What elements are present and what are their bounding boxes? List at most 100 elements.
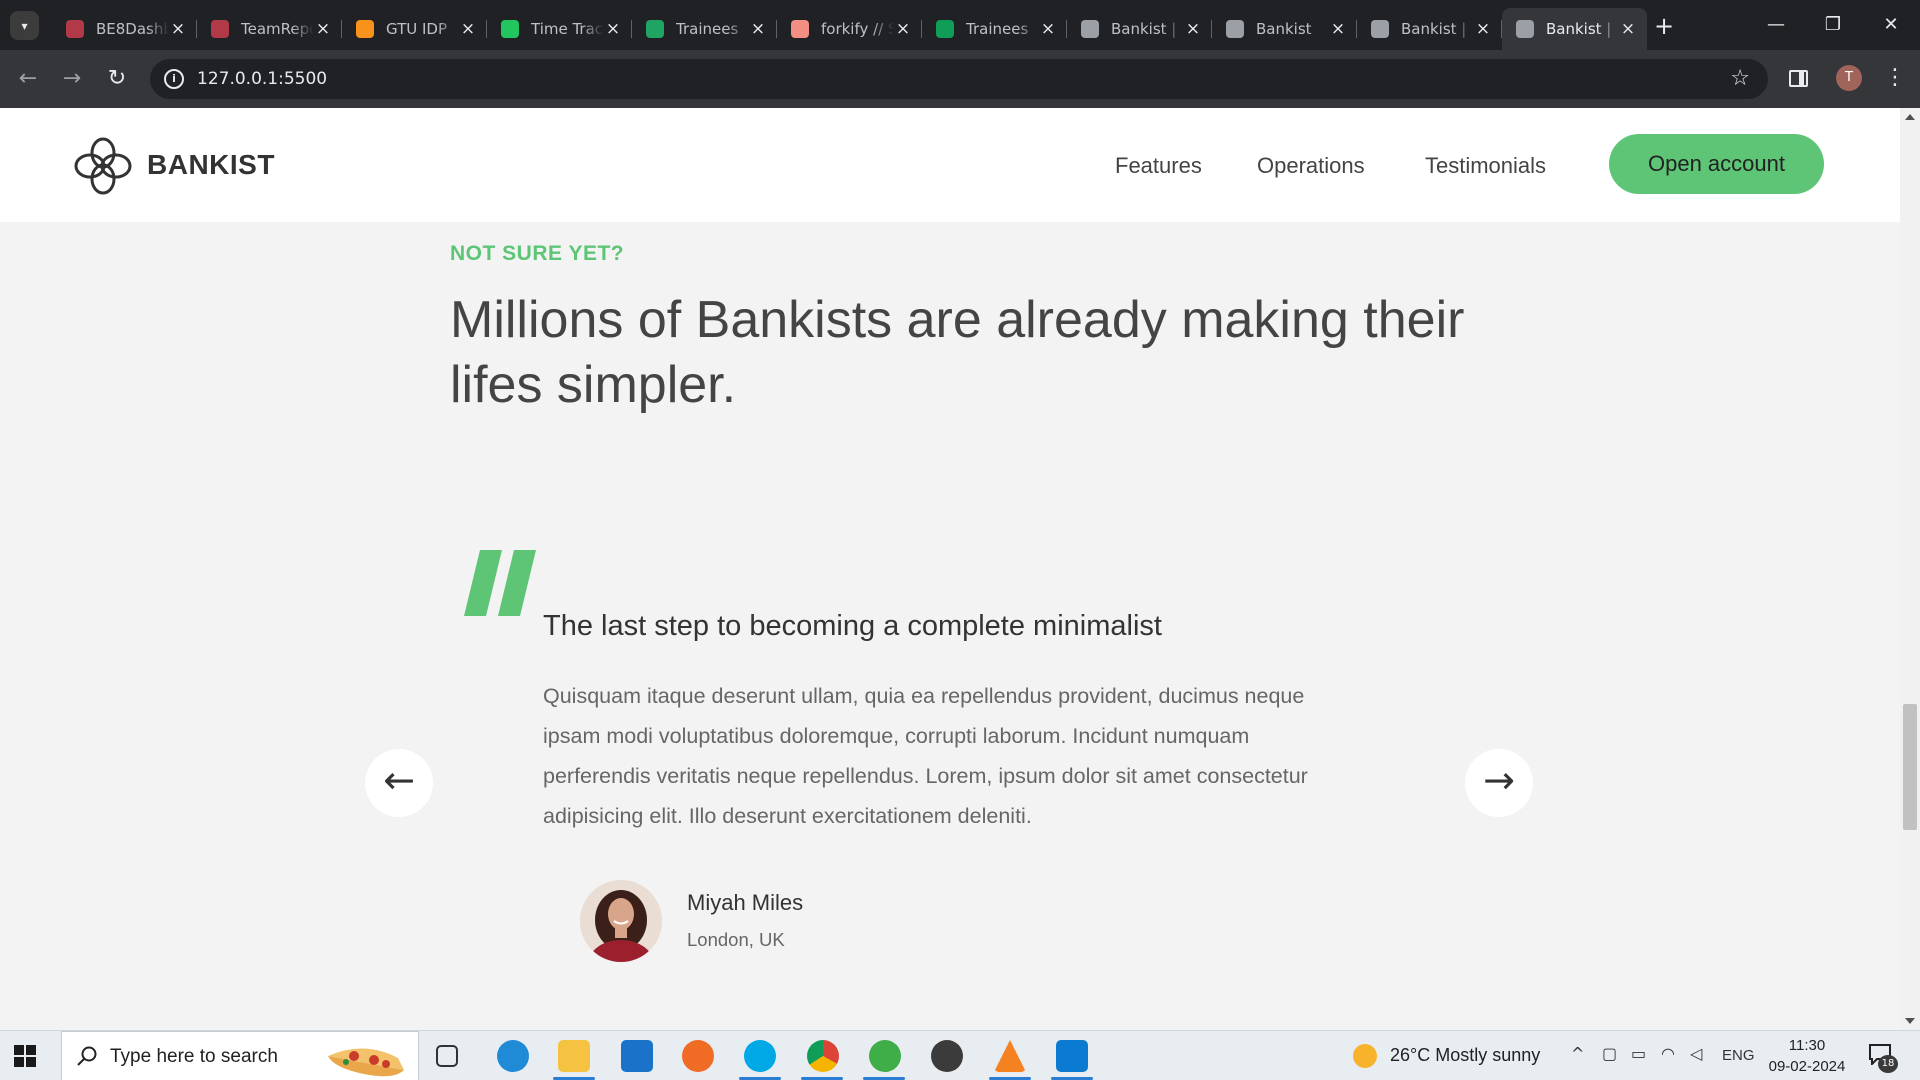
- time-tracker-icon[interactable]: [869, 1040, 901, 1072]
- clock-date: 09-02-2024: [1768, 1058, 1846, 1075]
- browser-tab[interactable]: TeamReport×: [197, 8, 342, 50]
- minimize-button[interactable]: —: [1751, 8, 1801, 42]
- url-text[interactable]: 127.0.0.1:5500: [197, 69, 327, 89]
- address-bar[interactable]: i 127.0.0.1:5500 ☆: [150, 59, 1768, 99]
- scroll-down-arrow[interactable]: [1905, 1018, 1915, 1024]
- tab-title: forkify // Search: [821, 20, 894, 38]
- nav-link-operations[interactable]: Operations: [1257, 153, 1365, 179]
- testimonial-avatar: [580, 880, 662, 962]
- nav-link-features[interactable]: Features: [1115, 153, 1202, 179]
- testimonial-header: The last step to becoming a complete min…: [543, 610, 1162, 642]
- file-explorer-icon[interactable]: [558, 1040, 590, 1072]
- arrow-right-icon: →: [1483, 758, 1515, 802]
- bitcoin-icon: [356, 20, 374, 38]
- browser-tab[interactable]: Bankist ×: [1212, 8, 1357, 50]
- arrow-left-icon: ←: [383, 758, 415, 802]
- testimonial-author-name: Miyah Miles: [687, 890, 804, 915]
- browser-tab[interactable]: GTU IDP ×: [342, 8, 487, 50]
- search-icon: [77, 1046, 97, 1066]
- restore-button[interactable]: ❐: [1808, 8, 1858, 42]
- skype-icon[interactable]: [744, 1040, 776, 1072]
- wifi-icon[interactable]: ◠: [1661, 1044, 1675, 1063]
- tab-title: GTU IDP: [386, 20, 448, 38]
- forward-button[interactable]: →: [57, 64, 87, 94]
- side-panel-icon[interactable]: [1789, 70, 1808, 87]
- vlc-icon[interactable]: [994, 1040, 1026, 1072]
- browser-tab[interactable]: Time Tracker×: [487, 8, 632, 50]
- tab-title: Bankist |: [1401, 20, 1467, 38]
- tab-close-icon[interactable]: ×: [1619, 19, 1637, 39]
- show-hidden-icons-chevron[interactable]: ^: [1571, 1044, 1584, 1063]
- slider-left-button[interactable]: ←: [365, 749, 433, 817]
- tab-close-icon[interactable]: ×: [749, 19, 767, 39]
- browser-tab[interactable]: forkify // Search×: [777, 8, 922, 50]
- page-scrollbar[interactable]: [1900, 108, 1920, 1030]
- bookmark-star-icon[interactable]: ☆: [1730, 66, 1750, 91]
- tab-close-icon[interactable]: ×: [314, 19, 332, 39]
- section-title: Millions of Bankists are already making …: [450, 291, 1465, 414]
- tab-title: Bankist: [1256, 20, 1312, 38]
- forkify-icon: [791, 20, 809, 38]
- back-button[interactable]: ←: [13, 64, 43, 94]
- browser-tab[interactable]: Trainees ×: [922, 8, 1067, 50]
- windows-start-icon[interactable]: [14, 1045, 36, 1067]
- language-indicator[interactable]: ENG: [1722, 1047, 1755, 1064]
- sheets-icon: [936, 20, 954, 38]
- tab-close-icon[interactable]: ×: [169, 19, 187, 39]
- logo-text[interactable]: BANKIST: [147, 149, 275, 181]
- browser-tab[interactable]: Bankist | ×: [1502, 8, 1647, 50]
- task-view-icon[interactable]: [436, 1045, 458, 1067]
- site-header: BANKIST Features Operations Testimonials…: [0, 108, 1900, 222]
- tab-close-icon[interactable]: ×: [1474, 19, 1492, 39]
- tab-close-icon[interactable]: ×: [1329, 19, 1347, 39]
- browser-tab[interactable]: Trainees ×: [632, 8, 777, 50]
- profile-avatar[interactable]: T: [1836, 65, 1862, 91]
- windows-taskbar: Type here to search 26°C Mostly sunny ^ …: [0, 1030, 1920, 1080]
- page-viewport: BANKIST Features Operations Testimonials…: [0, 108, 1920, 1030]
- browser-tab[interactable]: Bankist | ×: [1067, 8, 1212, 50]
- edge-icon[interactable]: [497, 1040, 529, 1072]
- weather-text[interactable]: 26°C Mostly sunny: [1390, 1045, 1540, 1066]
- firefox-icon[interactable]: [682, 1040, 714, 1072]
- testimonial-author-location: London, UK: [687, 929, 785, 950]
- tab-close-icon[interactable]: ×: [604, 19, 622, 39]
- site-info-icon[interactable]: i: [164, 69, 184, 89]
- pizza-icon: [328, 1048, 404, 1077]
- tab-close-icon[interactable]: ×: [1039, 19, 1057, 39]
- tab-title: Trainees: [676, 20, 739, 38]
- chrome-icon[interactable]: [807, 1040, 839, 1072]
- clock[interactable]: 11:30 09-02-2024: [1765, 1035, 1849, 1077]
- taskbar-search-box[interactable]: Type here to search: [61, 1031, 419, 1080]
- browser-tab[interactable]: Bankist | ×: [1357, 8, 1502, 50]
- tab-close-icon[interactable]: ×: [459, 19, 477, 39]
- battery-icon[interactable]: ▭: [1631, 1044, 1646, 1063]
- browser-tab[interactable]: BE8Dashboard×: [52, 8, 197, 50]
- nav-link-testimonials[interactable]: Testimonials: [1425, 153, 1546, 179]
- new-tab-button[interactable]: +: [1650, 13, 1678, 41]
- vscode-icon[interactable]: [1056, 1040, 1088, 1072]
- slider-right-button[interactable]: →: [1465, 749, 1533, 817]
- tab-search-button[interactable]: ▾: [10, 11, 39, 40]
- volume-icon[interactable]: ◁: [1690, 1044, 1702, 1063]
- search-placeholder: Type here to search: [110, 1046, 278, 1067]
- quote-mark-icon: [464, 550, 536, 616]
- reload-button[interactable]: ↻: [102, 64, 132, 94]
- scroll-up-arrow[interactable]: [1905, 114, 1915, 120]
- tab-close-icon[interactable]: ×: [894, 19, 912, 39]
- close-window-button[interactable]: ✕: [1866, 8, 1916, 42]
- bankist-icon: [1081, 20, 1099, 38]
- globe-icon: [1226, 20, 1244, 38]
- settings-gear-icon[interactable]: [931, 1040, 963, 1072]
- drive-icon: [646, 20, 664, 38]
- meet-now-icon[interactable]: ▢: [1602, 1044, 1617, 1063]
- bankist-icon: [1371, 20, 1389, 38]
- bankist-logo-icon[interactable]: [72, 135, 134, 197]
- section-label: NOT SURE YET?: [450, 242, 625, 265]
- open-account-button[interactable]: Open account: [1609, 134, 1824, 194]
- scroll-thumb[interactable]: [1903, 704, 1917, 830]
- clock-icon: [501, 20, 519, 38]
- tab-title: Time Tracker: [531, 20, 604, 38]
- mail-icon[interactable]: [621, 1040, 653, 1072]
- tab-close-icon[interactable]: ×: [1184, 19, 1202, 39]
- browser-menu-icon[interactable]: ⋮: [1884, 63, 1906, 93]
